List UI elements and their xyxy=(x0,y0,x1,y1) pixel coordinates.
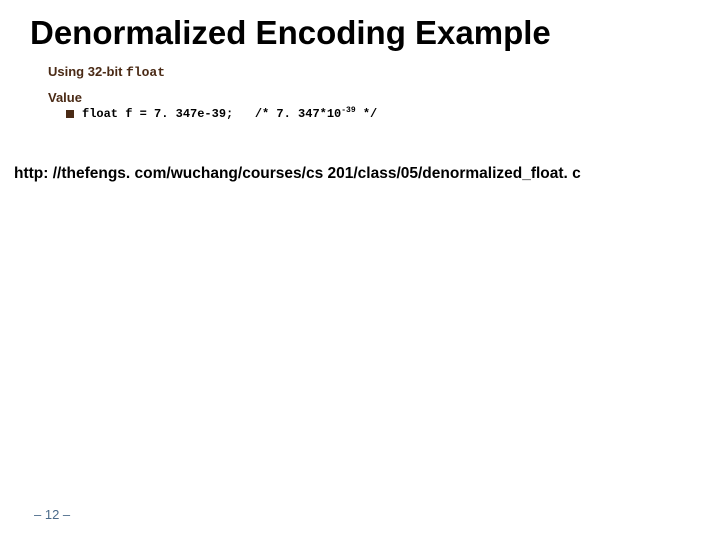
reference-url: http: //thefengs. com/wuchang/courses/cs… xyxy=(14,165,581,183)
page-number: – 12 – xyxy=(34,507,70,522)
subtitle-text: Using 32-bit xyxy=(48,64,126,79)
code-exponent: -39 xyxy=(341,106,355,115)
subtitle: Using 32-bit float xyxy=(48,64,165,80)
square-bullet-icon xyxy=(66,110,74,118)
subtitle-code: float xyxy=(126,65,165,80)
value-label: Value xyxy=(48,90,82,105)
bullet-item: float f = 7. 347e-39; /* 7. 347*10-39 */ xyxy=(66,107,377,121)
code-declaration: float f = 7. 347e-39; /* 7. 347*10-39 */ xyxy=(82,107,377,121)
slide-title: Denormalized Encoding Example xyxy=(30,14,551,52)
slide: Denormalized Encoding Example Using 32-b… xyxy=(0,0,720,540)
code-pre: float f = 7. 347e-39; /* 7. 347*10 xyxy=(82,107,341,121)
code-post: */ xyxy=(356,107,378,121)
